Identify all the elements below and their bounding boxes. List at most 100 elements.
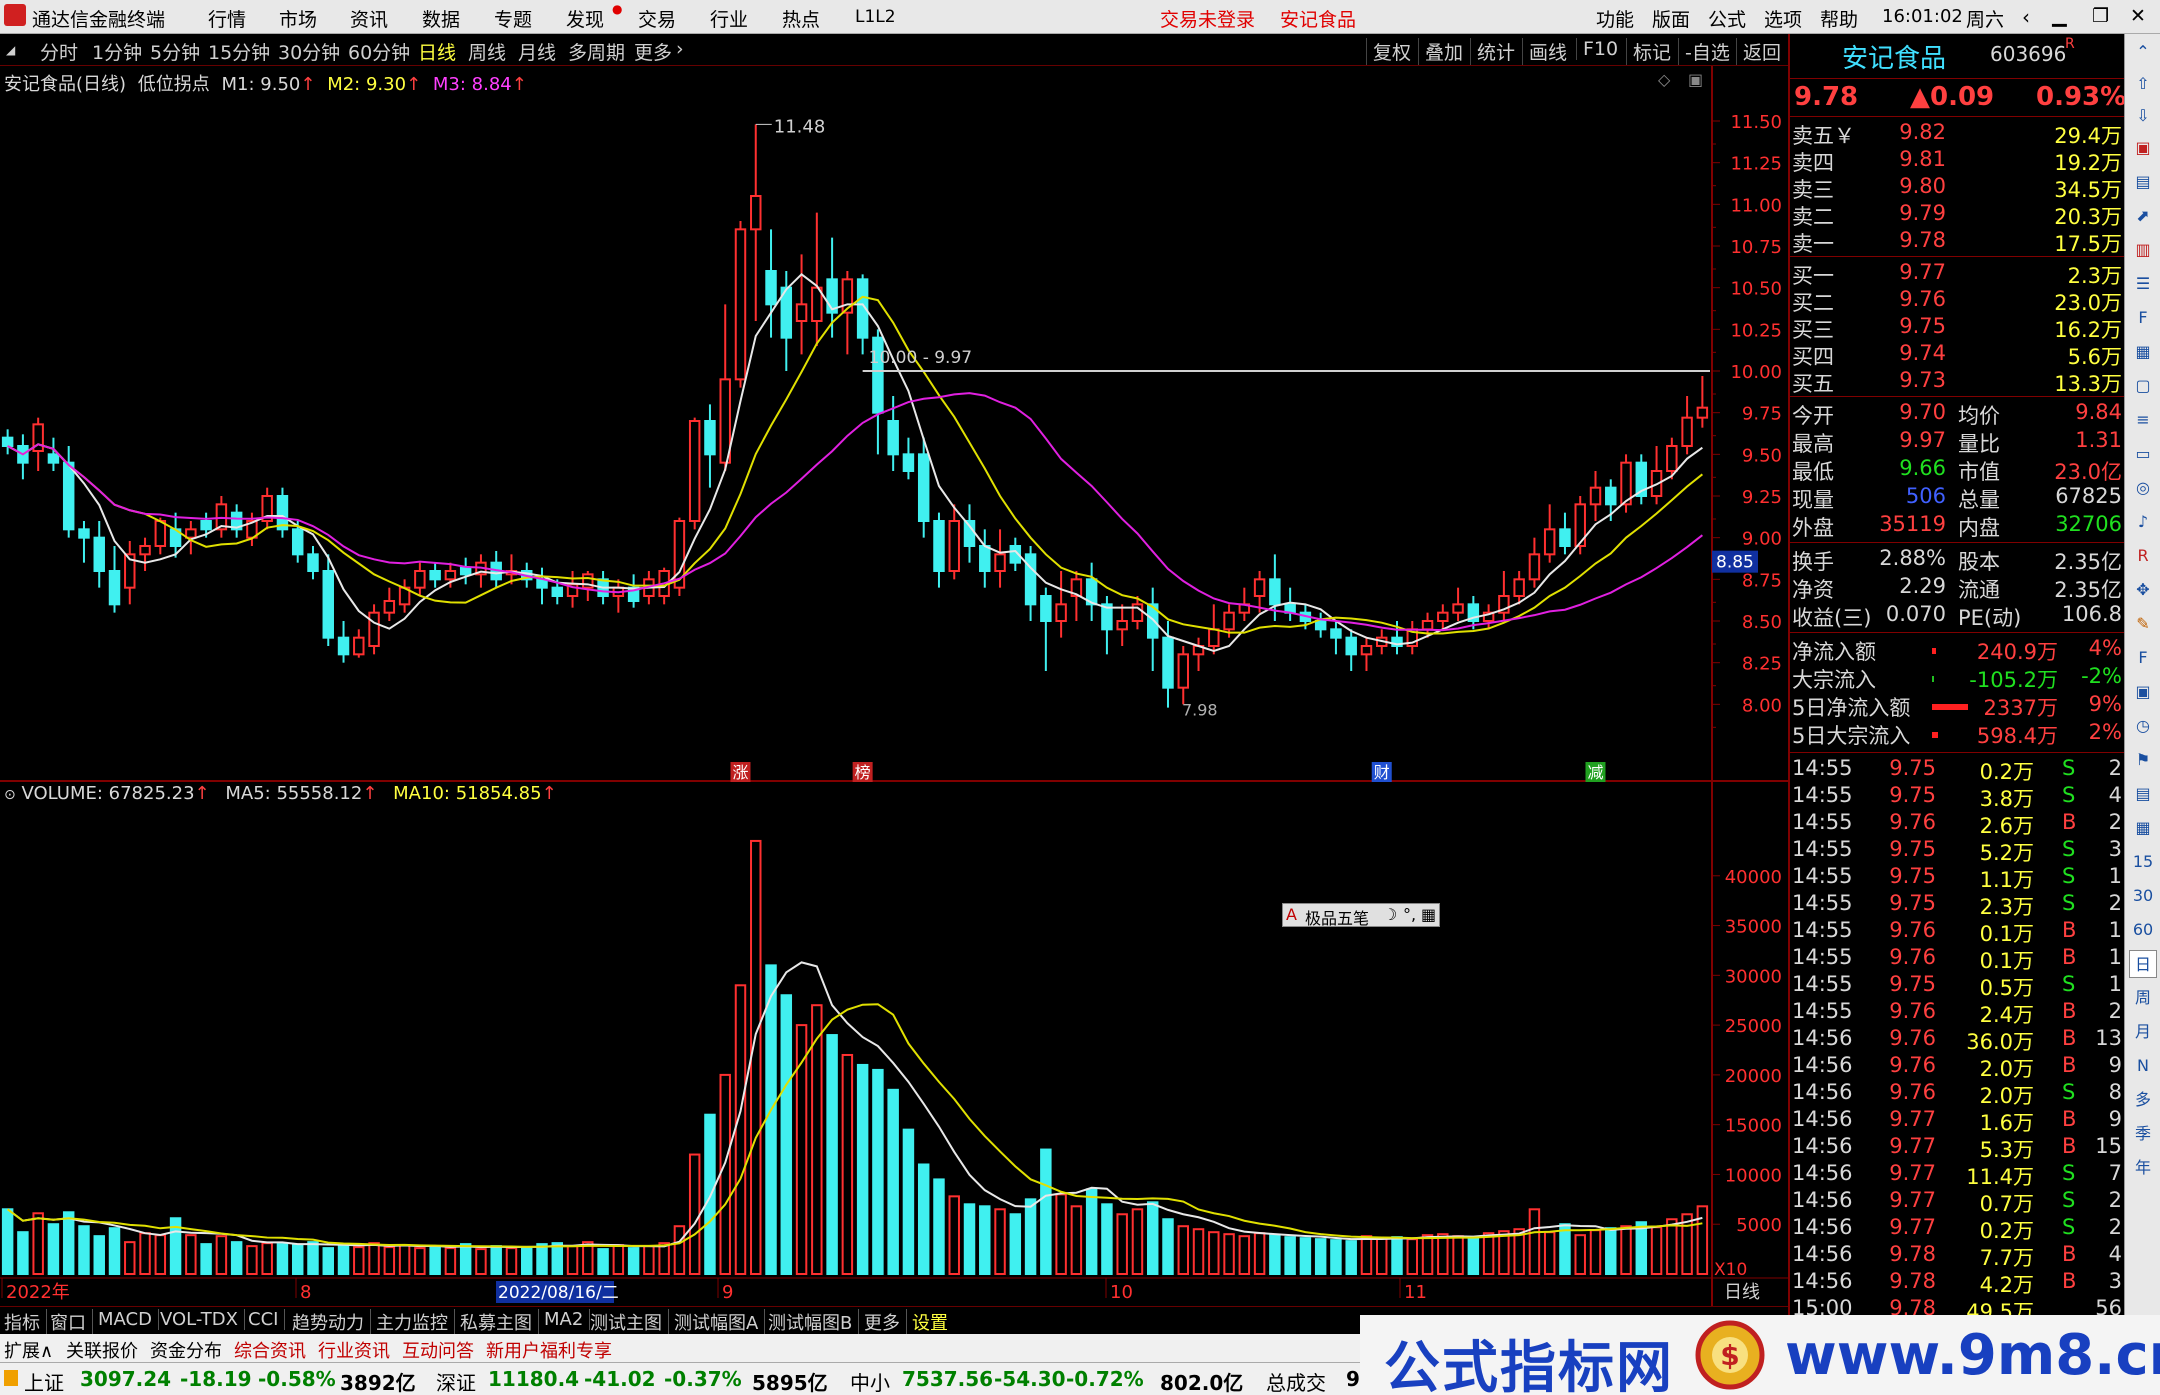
period-weekly[interactable]: 周线 xyxy=(468,38,506,65)
tool-fuquan[interactable]: 复权 xyxy=(1366,38,1411,65)
period-n-button[interactable]: N xyxy=(2129,1052,2157,1080)
arrow-down-icon[interactable]: ⇩ xyxy=(2129,102,2157,130)
menu-gongneng[interactable]: 功能 xyxy=(1596,5,1634,32)
period-week-button[interactable]: 周 xyxy=(2129,984,2157,1012)
tab-ceshifutu-b[interactable]: 测试幅图B xyxy=(768,1309,860,1335)
table-icon[interactable]: ▦ xyxy=(2129,338,2157,366)
period-15-button[interactable]: 15 xyxy=(2129,848,2157,876)
collapse-up-icon[interactable]: ⌃ xyxy=(2129,38,2157,66)
kline-chart[interactable]: 11.50 11.25 11.00 10.75 10.50 10.25 10.00 9.75 9… xyxy=(0,66,1788,1306)
menu-redian[interactable]: 热点 xyxy=(782,5,820,32)
ime-toolbar[interactable]: A 极品五笔 ☽ °, ▦ xyxy=(1282,903,1440,929)
menu-zixun[interactable]: 资讯 xyxy=(350,5,388,32)
tab-ceshifutu-a[interactable]: 测试幅图A xyxy=(674,1309,766,1335)
tab-kuozhan[interactable]: 扩展∧ xyxy=(4,1337,53,1363)
tab-zonghezixun[interactable]: 综合资讯 xyxy=(234,1337,306,1363)
f10-icon[interactable]: F xyxy=(2129,304,2157,332)
tab-vol-tdx[interactable]: VOL-TDX xyxy=(160,1309,245,1330)
sh-label[interactable]: 上证 xyxy=(24,1367,64,1395)
chart-red-icon[interactable]: ▣ xyxy=(2129,134,2157,162)
f2-icon[interactable]: ≡ xyxy=(2129,406,2157,434)
flag-icon[interactable]: ⚑ xyxy=(2129,746,2157,774)
period-monthly[interactable]: 月线 xyxy=(518,38,556,65)
period-15min[interactable]: 15分钟 xyxy=(208,38,270,65)
period-multi-button[interactable]: 多 xyxy=(2129,1086,2157,1114)
menu-jiaoyi[interactable]: 交易 xyxy=(638,5,676,32)
chevron-right-icon[interactable]: › xyxy=(676,38,684,60)
tool-f10[interactable]: F10 xyxy=(1576,38,1618,60)
menu-hangye[interactable]: 行业 xyxy=(710,5,748,32)
tab-xinyonghu[interactable]: 新用户福利专享 xyxy=(486,1337,612,1363)
tab-shezhi[interactable]: 设置 xyxy=(912,1309,954,1335)
restore-icon[interactable]: ❐ xyxy=(2092,5,2109,27)
menu-bangzhu[interactable]: 帮助 xyxy=(1820,5,1858,32)
minimize-icon[interactable]: ▁ xyxy=(2052,5,2067,27)
tool-fanhui[interactable]: 返回 xyxy=(1736,38,1781,65)
period-30min[interactable]: 30分钟 xyxy=(278,38,340,65)
fs-icon[interactable]: F xyxy=(2129,644,2157,672)
tab-ceshizhutu[interactable]: 测试主图 xyxy=(590,1309,669,1335)
tab-simuzhutu[interactable]: 私募主图 xyxy=(460,1309,539,1335)
tab-zhibiao[interactable]: 指标 xyxy=(4,1309,47,1335)
doc-icon[interactable]: ▢ xyxy=(2129,372,2157,400)
period-more[interactable]: 更多 xyxy=(634,38,672,65)
tab-macd[interactable]: MACD xyxy=(98,1309,159,1330)
period-multi[interactable]: 多周期 xyxy=(568,38,625,65)
menu-zhuanti[interactable]: 专题 xyxy=(494,5,532,32)
tab-chuangkou[interactable]: 窗口 xyxy=(50,1309,93,1335)
market-icon[interactable] xyxy=(4,1370,18,1386)
menu-l1l2[interactable]: L1L2 xyxy=(855,7,896,27)
cross-icon[interactable]: ✥ xyxy=(2129,576,2157,604)
tab-zhulijiankong[interactable]: 主力监控 xyxy=(376,1309,455,1335)
ime-label[interactable]: 极品五笔 xyxy=(1305,905,1369,929)
trend-icon[interactable]: ⬈ xyxy=(2129,202,2157,230)
period-month-button[interactable]: 月 xyxy=(2129,1018,2157,1046)
menu-hangqing[interactable]: 行情 xyxy=(208,5,246,32)
tool-tongji[interactable]: 统计 xyxy=(1470,38,1515,65)
period-daily[interactable]: 日线 xyxy=(418,38,456,65)
target-icon[interactable]: ◎ xyxy=(2129,474,2157,502)
tab-gengduo[interactable]: 更多 xyxy=(864,1309,907,1335)
period-1min[interactable]: 1分钟 xyxy=(92,38,142,65)
period-day-button[interactable]: 日 xyxy=(2129,950,2157,978)
ime-punct-icon[interactable]: °, xyxy=(1403,905,1416,924)
ime-a-icon[interactable]: A xyxy=(1286,905,1297,924)
close-icon[interactable]: ✕ xyxy=(2130,5,2146,27)
bell-icon[interactable]: ♪ xyxy=(2129,508,2157,536)
tab-ma2[interactable]: MA2 xyxy=(544,1309,591,1330)
tab-hangyezixun[interactable]: 行业资讯 xyxy=(318,1337,390,1363)
menu-shichang[interactable]: 市场 xyxy=(279,5,317,32)
tab-cci[interactable]: CCI xyxy=(248,1309,286,1330)
camera-icon[interactable]: ▣ xyxy=(2129,678,2157,706)
collapse-icon[interactable]: ◢ xyxy=(6,43,15,57)
tool-diejia[interactable]: 叠加 xyxy=(1418,38,1463,65)
ime-moon-icon[interactable]: ☽ xyxy=(1383,905,1397,924)
tool-icon[interactable]: ▤ xyxy=(2129,780,2157,808)
menu-gongshi[interactable]: 公式 xyxy=(1708,5,1746,32)
period-30-button[interactable]: 30 xyxy=(2129,882,2157,910)
grid2-icon[interactable]: ▦ xyxy=(2129,814,2157,842)
tab-hudongwenda[interactable]: 互动问答 xyxy=(402,1337,474,1363)
trade-status[interactable]: 交易未登录 xyxy=(1160,5,1255,32)
period-year-button[interactable]: 年 xyxy=(2129,1154,2157,1182)
rss-icon[interactable]: R xyxy=(2129,542,2157,570)
arrow-up-icon[interactable]: ⇧ xyxy=(2129,70,2157,98)
clock-icon[interactable]: ◷ xyxy=(2129,712,2157,740)
list-icon[interactable]: ☰ xyxy=(2129,270,2157,298)
period-60-button[interactable]: 60 xyxy=(2129,916,2157,944)
kline-icon[interactable]: ▥ xyxy=(2129,236,2157,264)
tool-biaoji[interactable]: 标记 xyxy=(1626,38,1671,65)
menu-xuanxiang[interactable]: 选项 xyxy=(1764,5,1802,32)
period-fenshi[interactable]: 分时 xyxy=(40,38,78,65)
bookmark-icon[interactable]: ▭ xyxy=(2129,440,2157,468)
tool-zixuan[interactable]: -自选 xyxy=(1678,38,1730,65)
period-60min[interactable]: 60分钟 xyxy=(348,38,410,65)
tool-huaxian[interactable]: 画线 xyxy=(1522,38,1567,65)
zx-label[interactable]: 中小 xyxy=(850,1367,890,1395)
grid-icon[interactable]: ▤ xyxy=(2129,168,2157,196)
menu-shuju[interactable]: 数据 xyxy=(422,5,460,32)
tab-qushidongli[interactable]: 趋势动力 xyxy=(292,1309,371,1335)
menu-banmian[interactable]: 版面 xyxy=(1652,5,1690,32)
tab-zijinfenbu[interactable]: 资金分布 xyxy=(150,1337,222,1363)
ime-keyboard-icon[interactable]: ▦ xyxy=(1421,905,1436,924)
